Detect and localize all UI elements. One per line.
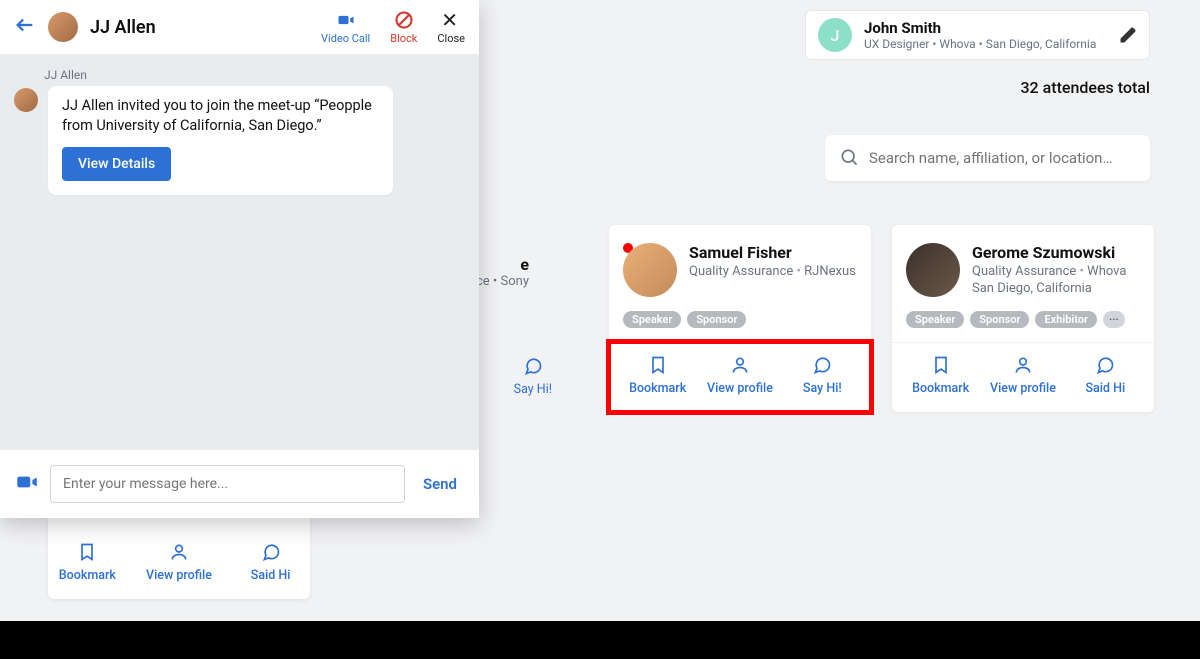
bookmark-icon [931, 355, 951, 375]
message-avatar [14, 88, 38, 112]
attendee-role: Quality AssuranceWhova [972, 264, 1126, 279]
chat-body: JJ Allen JJ Allen invited you to join th… [0, 54, 479, 450]
person-icon [169, 542, 189, 562]
edit-icon[interactable] [1119, 26, 1137, 44]
current-user-info: John Smith UX Designer • Whova • San Die… [864, 19, 1107, 51]
attendee-name: Gerome Szumowski [972, 243, 1126, 262]
chat-icon [1095, 355, 1115, 375]
tag-more[interactable]: ··· [1103, 311, 1125, 328]
tag-speaker: Speaker [906, 311, 964, 328]
video-camera-icon [336, 10, 356, 30]
search-wrap [825, 135, 1150, 181]
attendee-card-gerome-szumowski: Gerome Szumowski Quality AssuranceWhova … [892, 225, 1154, 412]
chat-contact-name: JJ Allen [90, 17, 309, 38]
said-hi-button[interactable]: Said Hi [239, 542, 303, 583]
chat-footer: Send [0, 450, 479, 518]
say-hi-fragment[interactable]: Say Hi! [514, 356, 552, 397]
tag-speaker: Speaker [623, 311, 681, 328]
chat-panel: JJ Allen Video Call Block ✕ Close JJ All… [0, 0, 479, 518]
view-details-button[interactable]: View Details [62, 147, 171, 181]
attendee-count: 32 attendees total [1020, 78, 1150, 97]
attendee-tags: Speaker Sponsor Exhibitor ··· [906, 311, 1140, 328]
close-button[interactable]: ✕ Close [437, 10, 465, 45]
message-bubble: JJ Allen invited you to join the meet-up… [48, 86, 393, 195]
block-button[interactable]: Block [390, 10, 417, 45]
chat-header-actions: Video Call Block ✕ Close [321, 10, 465, 45]
tag-exhibitor: Exhibitor [1035, 311, 1097, 328]
video-call-footer-button[interactable] [14, 469, 40, 499]
say-hi-button[interactable]: Say Hi! [790, 355, 854, 396]
chat-header: JJ Allen Video Call Block ✕ Close [0, 0, 479, 54]
send-button[interactable]: Send [415, 475, 465, 493]
view-profile-button[interactable]: View profile [146, 542, 212, 583]
bottom-black-bar [0, 621, 1200, 659]
bookmark-button[interactable]: Bookmark [909, 355, 973, 396]
attendee-card-fragment: e ce • Sony [476, 255, 529, 289]
chat-icon [523, 356, 543, 376]
close-icon: ✕ [441, 10, 461, 30]
attendee-tags: Speaker Sponsor [623, 311, 857, 328]
view-profile-button[interactable]: View profile [707, 355, 773, 396]
tag-sponsor: Sponsor [687, 311, 746, 328]
current-user-card[interactable]: J John Smith UX Designer • Whova • San D… [805, 10, 1150, 60]
tag-sponsor: Sponsor [970, 311, 1029, 328]
attendee-card-samuel-fisher: Samuel Fisher Quality AssuranceRJNexus S… [609, 225, 871, 412]
chat-icon [812, 355, 832, 375]
video-call-button[interactable]: Video Call [321, 10, 370, 45]
attendee-card-fragment-actions: e Say Hi! [469, 356, 552, 397]
chat-input[interactable] [50, 465, 405, 503]
block-icon [394, 10, 414, 30]
search-input[interactable] [825, 135, 1150, 181]
bookmark-icon [648, 355, 668, 375]
bookmark-button[interactable]: Bookmark [626, 355, 690, 396]
current-user-avatar: J [818, 18, 852, 52]
attendee-role: Quality AssuranceRJNexus [689, 264, 856, 279]
attendee-card-actions: Bookmark View profile Said Hi [892, 342, 1154, 412]
message-text: JJ Allen invited you to join the meet-up… [62, 96, 379, 135]
search-icon [839, 147, 859, 167]
bookmark-button[interactable]: Bookmark [55, 542, 119, 583]
video-camera-icon [14, 469, 40, 495]
chat-icon [261, 542, 281, 562]
chat-contact-avatar [48, 12, 78, 42]
person-icon [730, 355, 750, 375]
person-icon [1013, 355, 1033, 375]
back-button[interactable] [14, 14, 36, 40]
message-row: JJ Allen invited you to join the meet-up… [14, 86, 465, 195]
attendee-location: San Diego, California [972, 281, 1126, 296]
attendee-name: Samuel Fisher [689, 243, 856, 262]
attendee-avatar [906, 243, 960, 297]
attendee-avatar [623, 243, 677, 297]
said-hi-button[interactable]: Said Hi [1073, 355, 1137, 396]
arrow-left-icon [14, 14, 36, 36]
attendee-card-actions: Bookmark View profile Say Hi! [609, 342, 871, 412]
message-sender-label: JJ Allen [44, 68, 465, 82]
view-profile-button[interactable]: View profile [990, 355, 1056, 396]
current-user-meta: UX Designer • Whova • San Diego, Califor… [864, 37, 1107, 51]
bookmark-icon [77, 542, 97, 562]
current-user-name: John Smith [864, 19, 1107, 37]
attendee-card-actions: Bookmark View profile Said Hi [34, 530, 324, 599]
